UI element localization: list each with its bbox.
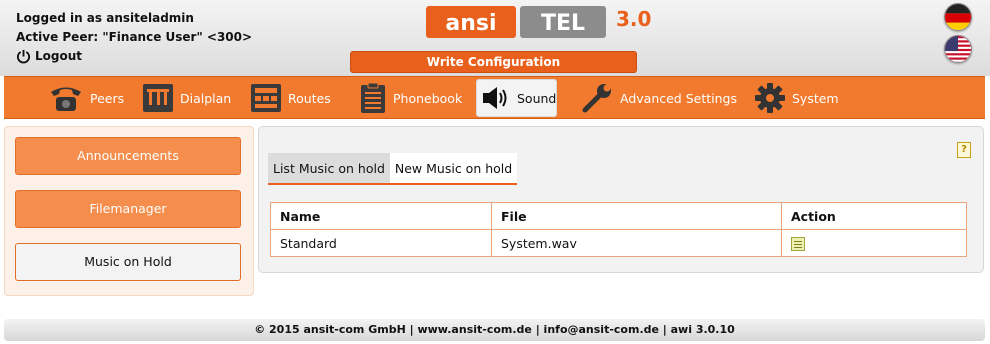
nav-item-sound[interactable]: Sound: [476, 79, 557, 117]
app-root: Logged in as ansiteladmin Active Peer: "…: [0, 0, 990, 344]
nav-label-advanced-settings: Advanced Settings: [620, 90, 737, 106]
nav-label-system: System: [792, 90, 839, 106]
sidebar: Announcements Filemanager Music on Hold: [4, 126, 254, 296]
logo-text-left: ansi: [445, 11, 496, 36]
sidebar-item-music-on-hold[interactable]: Music on Hold: [15, 243, 241, 281]
nav-label-routes: Routes: [288, 90, 331, 106]
logged-in-text: Logged in as ansiteladmin: [16, 11, 194, 25]
column-header-name: Name: [270, 202, 492, 230]
main-navigation: Peers Dialplan Routes Phonebook Sound Ad…: [4, 76, 985, 119]
speaker-icon: [483, 87, 507, 109]
cell-file: System.wav: [491, 229, 782, 257]
nav-label-phonebook: Phonebook: [393, 90, 463, 106]
user-info: Logged in as ansiteladmin Active Peer: "…: [16, 9, 252, 66]
logout-link[interactable]: Logout: [16, 47, 252, 66]
header: Logged in as ansiteladmin Active Peer: "…: [0, 0, 990, 76]
cell-action: [781, 229, 967, 257]
telephone-icon: [51, 87, 81, 111]
nav-item-dialplan[interactable]: Dialplan: [138, 79, 235, 117]
sidebar-item-announcements[interactable]: Announcements: [15, 137, 241, 175]
dialplan-icon: [143, 84, 173, 112]
table-row: Standard System.wav: [270, 229, 967, 257]
power-icon: [16, 49, 31, 64]
cell-name: Standard: [270, 229, 492, 257]
nav-label-sound: Sound: [517, 90, 557, 106]
footer: © 2015 ansit-com GmbH | www.ansit-com.de…: [4, 319, 985, 341]
tab-new-music-on-hold[interactable]: New Music on hold: [389, 153, 518, 183]
sidebar-item-filemanager[interactable]: Filemanager: [15, 190, 241, 228]
routes-icon: [251, 84, 281, 112]
column-header-file: File: [491, 202, 782, 230]
logo-version: 3.0: [616, 7, 651, 31]
wrench-icon: [582, 84, 611, 113]
us-flag-icon[interactable]: [944, 35, 972, 63]
nav-item-advanced-settings[interactable]: Advanced Settings: [576, 79, 741, 117]
nav-label-dialplan: Dialplan: [180, 90, 232, 106]
logout-label: Logout: [35, 49, 83, 63]
table-header-row: Name File Action: [270, 202, 967, 230]
german-flag-icon[interactable]: [944, 3, 972, 31]
active-peer-text: Active Peer: "Finance User" <300>: [16, 30, 253, 44]
tab-bar: List Music on hold New Music on hold: [268, 153, 518, 185]
tab-list-music-on-hold[interactable]: List Music on hold: [268, 153, 390, 183]
logo-text-right: TEL: [541, 11, 585, 36]
column-header-action: Action: [781, 202, 967, 230]
gear-icon: [755, 83, 785, 113]
nav-label-peers: Peers: [90, 90, 125, 106]
nav-item-system[interactable]: System: [750, 79, 843, 117]
write-configuration-button[interactable]: Write Configuration: [350, 51, 637, 73]
nav-item-routes[interactable]: Routes: [246, 79, 335, 117]
edit-icon[interactable]: [791, 236, 805, 251]
help-icon[interactable]: ?: [957, 142, 971, 158]
nav-item-phonebook[interactable]: Phonebook: [355, 79, 466, 117]
ansitel-logo: ansi TEL 3.0: [426, 6, 651, 38]
music-on-hold-table: Name File Action Standard System.wav: [270, 202, 967, 257]
nav-item-peers[interactable]: Peers: [44, 79, 128, 117]
phonebook-icon: [361, 82, 385, 113]
